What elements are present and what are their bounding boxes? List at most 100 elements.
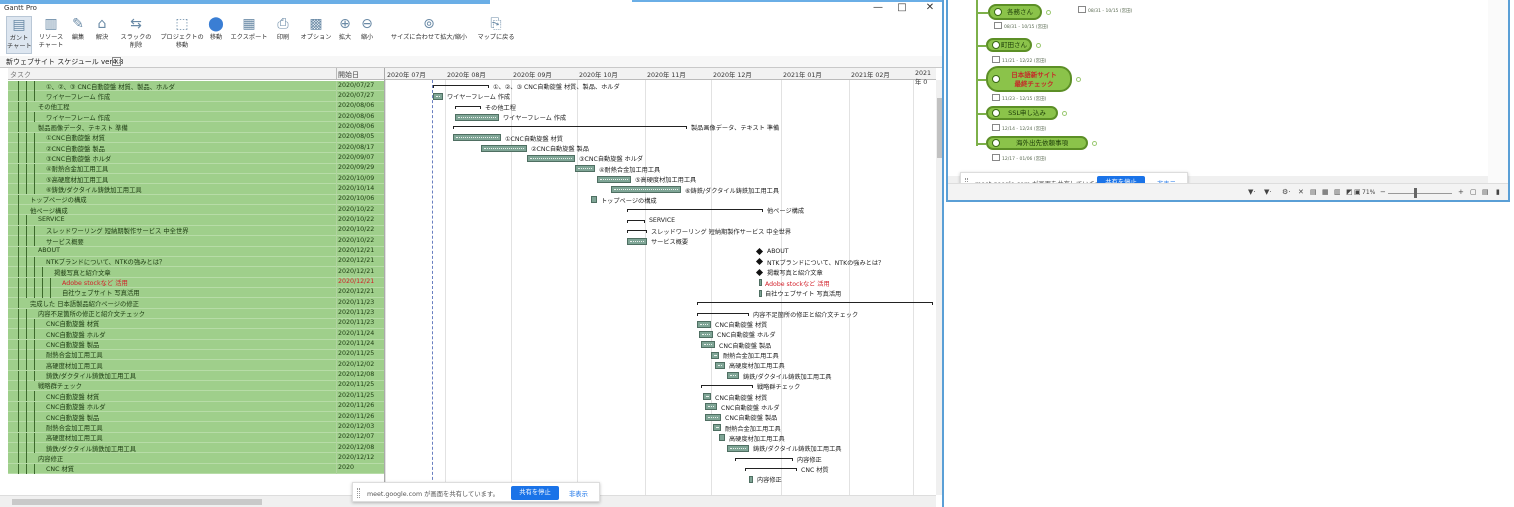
- ribbon-button-zoom-in[interactable]: ⊕ 拡大: [336, 16, 354, 54]
- gantt-summary-brace[interactable]: [433, 85, 489, 88]
- table-row[interactable]: 鋳鉄/ダクタイル鋳鉄加工用工具 2020/12/08: [8, 443, 384, 454]
- gantt-task-bar[interactable]: [715, 361, 725, 369]
- table-row[interactable]: SERVICE 2020/10/22: [8, 215, 384, 226]
- task-start-date[interactable]: 2020/07/27: [338, 92, 374, 99]
- task-name[interactable]: ABOUT: [38, 247, 60, 254]
- gantt-task-bar[interactable]: [759, 279, 762, 287]
- drag-handle[interactable]: [357, 488, 360, 498]
- task-name[interactable]: 鋳鉄/ダクタイル鋳鉄加工用工具: [46, 444, 136, 453]
- gear-icon[interactable]: ⚙·: [1282, 188, 1291, 196]
- table-row[interactable]: CNC自動旋盤 材質 2020/11/25: [8, 391, 384, 402]
- task-start-date[interactable]: 2020/12/21: [338, 247, 374, 254]
- gantt-task-bar[interactable]: [749, 475, 753, 483]
- view-gantt-icon[interactable]: ▥: [1334, 188, 1341, 196]
- task-name[interactable]: ③CNC自動旋盤 ホルダ: [46, 154, 111, 163]
- mindmap-node[interactable]: SSL申し込み: [986, 106, 1058, 120]
- gantt-task-bar[interactable]: [591, 196, 597, 204]
- task-name[interactable]: 内容修正: [38, 454, 63, 463]
- task-name[interactable]: CNC自動旋盤 ホルダ: [46, 402, 106, 411]
- view-edit-icon[interactable]: ◩: [1346, 188, 1353, 196]
- table-row[interactable]: 製品画像データ、テキスト 準備 2020/08/06: [8, 122, 384, 133]
- gantt-task-bar[interactable]: [719, 434, 725, 442]
- ribbon-button-project-move[interactable]: ⬚ プロジェクトの 移動: [160, 16, 204, 54]
- task-start-date[interactable]: 2020/12/21: [338, 288, 374, 295]
- task-column-header[interactable]: タスク: [10, 70, 31, 80]
- task-start-date[interactable]: 2020/08/17: [338, 144, 374, 151]
- ribbon-button-zoom-out[interactable]: ⊖ 縮小: [358, 16, 376, 54]
- task-start-date[interactable]: 2020/07/27: [338, 82, 374, 89]
- gantt-task-bar[interactable]: [713, 424, 721, 432]
- zoom-in-button[interactable]: +: [1458, 188, 1464, 196]
- gantt-task-bar[interactable]: [727, 444, 749, 452]
- table-row[interactable]: ②CNC自動旋盤 製品 2020/08/17: [8, 143, 384, 154]
- gantt-task-bar[interactable]: [527, 154, 575, 162]
- panel-toggle-icon[interactable]: ▮: [1496, 188, 1500, 196]
- table-row[interactable]: ①、②、③ CNC自動旋盤 材質、製品、ホルダ 2020/07/27: [8, 81, 384, 92]
- task-start-date[interactable]: 2020/11/23: [338, 319, 374, 326]
- gantt-summary-brace[interactable]: [453, 126, 687, 130]
- table-row[interactable]: CNC自動旋盤 ホルダ 2020/11/24: [8, 329, 384, 340]
- maximize-button[interactable]: □: [892, 2, 912, 13]
- table-row[interactable]: ④耐熱合金加工用工具 2020/09/29: [8, 163, 384, 175]
- task-start-date[interactable]: 2020/10/06: [338, 195, 374, 202]
- task-start-date[interactable]: 2020/12/12: [338, 454, 374, 461]
- task-start-date[interactable]: 2020/08/05: [338, 133, 374, 140]
- gantt-task-bar[interactable]: [575, 165, 595, 173]
- filter-icon[interactable]: ▼·: [1248, 188, 1256, 196]
- gantt-task-bar[interactable]: [711, 351, 719, 359]
- table-row[interactable]: ワイヤーフレーム 作成 2020/07/27: [8, 91, 384, 102]
- table-row[interactable]: 耐熱合金加工用工具 2020/11/25: [8, 349, 384, 361]
- table-row[interactable]: 戦略群チェック 2020/11/25: [8, 380, 384, 392]
- ribbon-button-pin[interactable]: ⬤ 移動: [206, 16, 226, 54]
- vertical-scroll-thumb[interactable]: [937, 98, 942, 158]
- task-start-date[interactable]: 2020/11/23: [338, 309, 374, 316]
- gantt-task-bar[interactable]: [611, 186, 681, 193]
- fit-page-icon[interactable]: ▢: [1470, 188, 1477, 196]
- gantt-summary-brace[interactable]: [627, 229, 647, 233]
- task-start-date[interactable]: 2020/09/07: [338, 154, 374, 161]
- task-name[interactable]: ②CNC自動旋盤 製品: [46, 144, 105, 153]
- table-row[interactable]: 鋳鉄/ダクタイル鋳鉄加工用工具 2020/12/08: [8, 370, 384, 381]
- close-filter-icon[interactable]: ✕: [1298, 188, 1304, 196]
- table-row[interactable]: ①CNC自動旋盤 材質 2020/08/05: [8, 132, 384, 144]
- task-start-date[interactable]: 2020/12/02: [338, 361, 374, 368]
- ribbon-button-options[interactable]: ▩ オプション: [300, 16, 332, 54]
- task-name[interactable]: 自社ウェブサイト 写真活用: [62, 288, 140, 297]
- task-name[interactable]: CNC 材質: [46, 464, 74, 473]
- table-row[interactable]: その他工程 2020/08/06: [8, 101, 384, 113]
- gantt-task-bar[interactable]: [701, 341, 715, 349]
- start-date-column-header[interactable]: 開始日: [338, 70, 359, 80]
- hide-banner-link[interactable]: 非表示: [569, 489, 588, 498]
- task-start-date[interactable]: 2020/11/26: [338, 402, 374, 409]
- task-start-date[interactable]: 2020/10/22: [338, 226, 374, 233]
- view-grid-icon[interactable]: ▣: [1354, 188, 1361, 196]
- task-name[interactable]: 高硬度材加工用工具: [46, 361, 103, 370]
- ribbon-button-gantt-chart[interactable]: ▤ ガント チャート: [6, 16, 32, 54]
- node-connector-handle[interactable]: [1076, 77, 1081, 82]
- table-row[interactable]: スレッドワーリング 短納期製作サービス 中全世界 2020/10/22: [8, 225, 384, 237]
- task-start-date[interactable]: 2020/08/06: [338, 113, 374, 120]
- task-name[interactable]: サービス概要: [46, 237, 84, 246]
- gantt-task-bar[interactable]: [455, 113, 499, 121]
- task-start-date[interactable]: 2020/10/22: [338, 216, 374, 223]
- gantt-task-bar[interactable]: [727, 372, 739, 380]
- gantt-summary-brace[interactable]: [627, 209, 763, 213]
- task-name[interactable]: ワイヤーフレーム 作成: [46, 113, 110, 122]
- task-start-date[interactable]: 2020/10/22: [338, 206, 374, 213]
- table-row[interactable]: 他ページ構成 2020/10/22: [8, 205, 384, 216]
- ribbon-button-home[interactable]: ⌂ 解決: [92, 16, 112, 54]
- task-name[interactable]: SERVICE: [38, 216, 65, 223]
- task-name[interactable]: CNC自動旋盤 材質: [46, 319, 99, 328]
- task-name[interactable]: スレッドワーリング 短納期製作サービス 中全世界: [46, 226, 189, 235]
- task-start-date[interactable]: 2020/09/29: [338, 164, 374, 171]
- zoom-out-button[interactable]: −: [1380, 188, 1386, 196]
- task-name[interactable]: ④耐熱合金加工用工具: [46, 164, 108, 173]
- task-start-date[interactable]: 2020/12/21: [338, 257, 374, 264]
- task-start-date[interactable]: 2020/11/26: [338, 413, 374, 420]
- task-start-date[interactable]: 2020/10/22: [338, 237, 374, 244]
- table-row[interactable]: 耐熱合金加工用工具 2020/12/03: [8, 422, 384, 433]
- gantt-task-bar[interactable]: [453, 134, 501, 142]
- table-row[interactable]: CNC自動旋盤 ホルダ 2020/11/26: [8, 401, 384, 412]
- task-name[interactable]: 掲載写真と紹介文章: [54, 268, 111, 277]
- table-row[interactable]: ワイヤーフレーム 作成 2020/08/06: [8, 112, 384, 123]
